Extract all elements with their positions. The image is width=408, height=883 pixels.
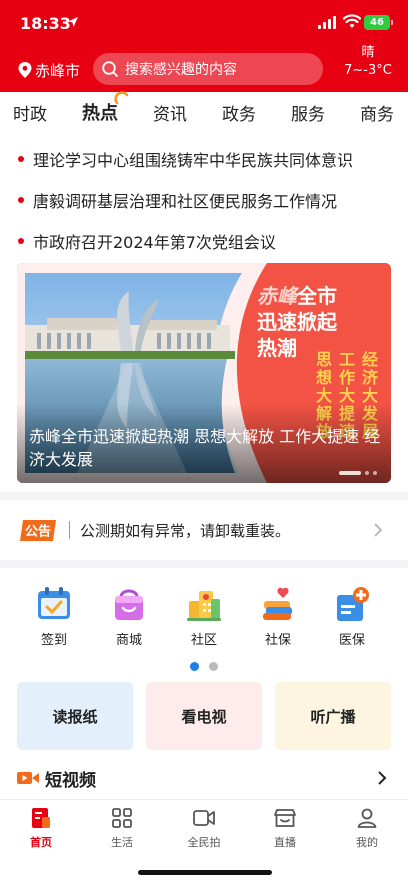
nav-label: 我的	[356, 836, 378, 849]
service-label: 社区	[190, 633, 217, 648]
user-profile-icon	[357, 808, 377, 828]
video-camera-icon	[17, 772, 39, 784]
nav-life[interactable]: 生活	[87, 806, 157, 850]
status-bar: 18:33 46	[0, 0, 408, 46]
battery-icon: 46	[364, 15, 393, 30]
app-header: 18:33 46 赤峰市 搜索感兴趣的内容 晴 7~-3°C	[0, 0, 408, 92]
service-social-security[interactable]: 社保	[241, 585, 315, 648]
headline-item[interactable]: 理论学习中心组围绕铸牢中华民族共同体意识	[0, 138, 408, 179]
pager-dot-active	[190, 662, 199, 671]
bullet-dot	[18, 196, 24, 203]
bullet-dot	[18, 155, 24, 162]
tab-zixun[interactable]: 资讯	[153, 100, 187, 125]
community-building-icon	[187, 591, 221, 621]
city-selector[interactable]: 赤峰市	[18, 60, 80, 80]
headline-text: 市政府召开2024年第7次党组会议	[33, 232, 276, 252]
pager-dot	[365, 471, 369, 475]
short-video-header[interactable]: 短视频	[17, 766, 96, 791]
location-arrow-icon	[68, 17, 78, 27]
notice-divider	[69, 521, 70, 539]
nav-label: 全民拍	[187, 836, 221, 849]
tab-fuwu[interactable]: 服务	[291, 100, 325, 125]
bullet-dot	[18, 237, 24, 244]
home-indicator	[138, 870, 272, 875]
live-store-icon	[274, 809, 296, 827]
chevron-right-icon	[374, 523, 383, 537]
chevron-right-icon[interactable]	[377, 771, 387, 785]
service-community[interactable]: 社区	[167, 585, 241, 648]
news-banner[interactable]: 赤峰全市 迅速掀起 热潮 经济大发展 工作大提速 思想大解放 赤峰全市迅速掀起热…	[17, 263, 391, 483]
service-label: 医保	[338, 633, 365, 648]
weather-condition: 晴	[361, 45, 375, 60]
service-label: 社保	[264, 633, 291, 648]
map-pin-icon	[18, 62, 32, 78]
service-medical-insurance[interactable]: 医保	[315, 585, 389, 648]
cellular-signal-icon	[318, 16, 336, 29]
active-tab-indicator-icon	[114, 91, 129, 105]
read-newspaper-card[interactable]: 读报纸	[17, 682, 133, 750]
medical-insurance-icon	[337, 587, 369, 621]
headline-list: 理论学习中心组围绕铸牢中华民族共同体意识 唐毅调研基层治理和社区便民服务工作情况…	[0, 138, 408, 261]
service-pager	[190, 662, 228, 671]
pager-dot-active	[339, 471, 361, 475]
nav-live[interactable]: 直播	[250, 806, 320, 850]
nav-citizen-shoot[interactable]: 全民拍	[169, 806, 239, 850]
search-icon	[102, 61, 118, 77]
nav-mine[interactable]: 我的	[332, 806, 402, 850]
banner-art-title-line2: 迅速掀起	[257, 310, 337, 334]
service-checkin[interactable]: 签到	[17, 585, 91, 648]
weather-temperature: 7~-3°C	[344, 63, 392, 78]
watch-tv-card[interactable]: 看电视	[146, 682, 262, 750]
notice-badge-text: 公告	[25, 524, 51, 540]
nav-label: 直播	[274, 836, 296, 849]
notice-bar[interactable]: 公告 公测期如有异常，请卸载重装。	[0, 500, 408, 560]
status-time: 18:33	[20, 14, 71, 33]
city-name: 赤峰市	[35, 61, 81, 80]
social-security-icon	[263, 587, 292, 620]
category-tabs: 时政 热点 资讯 政务 服务 商务	[0, 91, 408, 132]
tab-redian-label: 热点	[82, 103, 118, 124]
search-input[interactable]: 搜索感兴趣的内容	[93, 53, 323, 85]
grid-apps-icon	[112, 808, 132, 828]
notice-text: 公测期如有异常，请卸载重装。	[80, 522, 291, 540]
tab-zhengwu[interactable]: 政务	[222, 100, 256, 125]
pager-dot	[209, 662, 218, 671]
tab-redian[interactable]: 热点	[82, 91, 129, 125]
banner-pager	[335, 471, 377, 475]
headline-item[interactable]: 唐毅调研基层治理和社区便民服务工作情况	[0, 179, 408, 220]
listen-radio-card[interactable]: 听广播	[275, 682, 391, 750]
home-doc-icon	[32, 808, 50, 828]
short-video-title: 短视频	[45, 770, 96, 791]
nav-home[interactable]: 首页	[6, 806, 76, 850]
calendar-check-icon	[38, 587, 70, 619]
service-mall[interactable]: 商城	[92, 585, 166, 648]
shopping-bag-icon	[115, 589, 143, 620]
service-grid: 签到 商城 社区 社保 医保	[0, 585, 408, 655]
tab-shangwu[interactable]: 商务	[360, 100, 394, 125]
video-camera-icon	[193, 810, 215, 826]
search-placeholder: 搜索感兴趣的内容	[125, 62, 237, 78]
service-label: 商城	[115, 633, 142, 648]
headline-text: 唐毅调研基层治理和社区便民服务工作情况	[33, 191, 338, 211]
pager-dot	[373, 471, 377, 475]
headline-text: 理论学习中心组围绕铸牢中华民族共同体意识	[33, 150, 354, 170]
tab-shizheng[interactable]: 时政	[13, 100, 47, 125]
weather-widget[interactable]: 晴 7~-3°C	[343, 44, 393, 80]
banner-art-title-rest: 全市	[297, 284, 337, 308]
banner-caption: 赤峰全市迅速掀起热潮 思想大解放 工作大提速 经济大发展	[29, 427, 381, 469]
service-label: 签到	[40, 633, 67, 648]
headline-item[interactable]: 市政府召开2024年第7次党组会议	[0, 220, 408, 261]
announcement-badge-icon: 公告	[20, 520, 56, 541]
banner-art-title-line3: 热潮	[257, 336, 297, 360]
nav-label: 生活	[111, 836, 133, 849]
banner-art-title-prefix: 赤峰	[257, 284, 297, 308]
nav-label: 首页	[30, 836, 52, 849]
wifi-icon	[343, 14, 361, 28]
